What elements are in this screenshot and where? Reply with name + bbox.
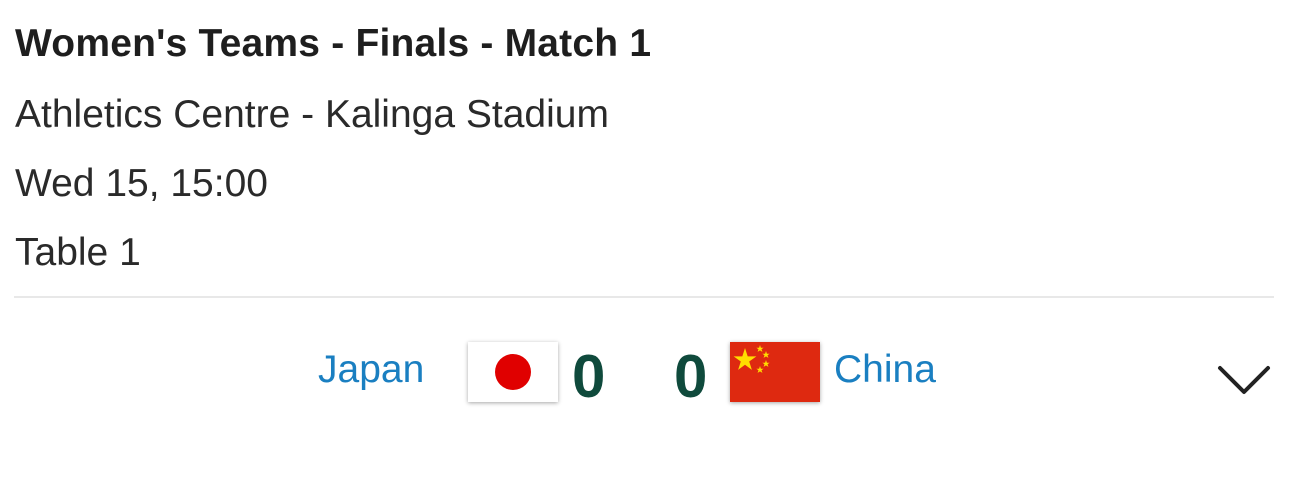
chevron-down-icon: [1218, 366, 1270, 394]
home-team-link[interactable]: Japan: [318, 348, 424, 392]
china-flag-icon: [730, 342, 820, 402]
match-table: Table 1: [15, 231, 141, 274]
away-score: 0: [674, 343, 708, 410]
home-score: 0: [572, 343, 606, 410]
match-datetime: Wed 15, 15:00: [15, 162, 268, 205]
divider: [14, 296, 1274, 298]
away-team-link[interactable]: China: [834, 348, 936, 392]
japan-flag-icon: [468, 342, 558, 402]
expand-button[interactable]: [1214, 360, 1274, 400]
match-score-row: Japan 0 0 China: [0, 338, 1289, 410]
match-title: Women's Teams - Finals - Match 1: [15, 22, 652, 65]
match-venue: Athletics Centre - Kalinga Stadium: [15, 93, 609, 136]
match-card: Women's Teams - Finals - Match 1 Athleti…: [0, 0, 1289, 478]
